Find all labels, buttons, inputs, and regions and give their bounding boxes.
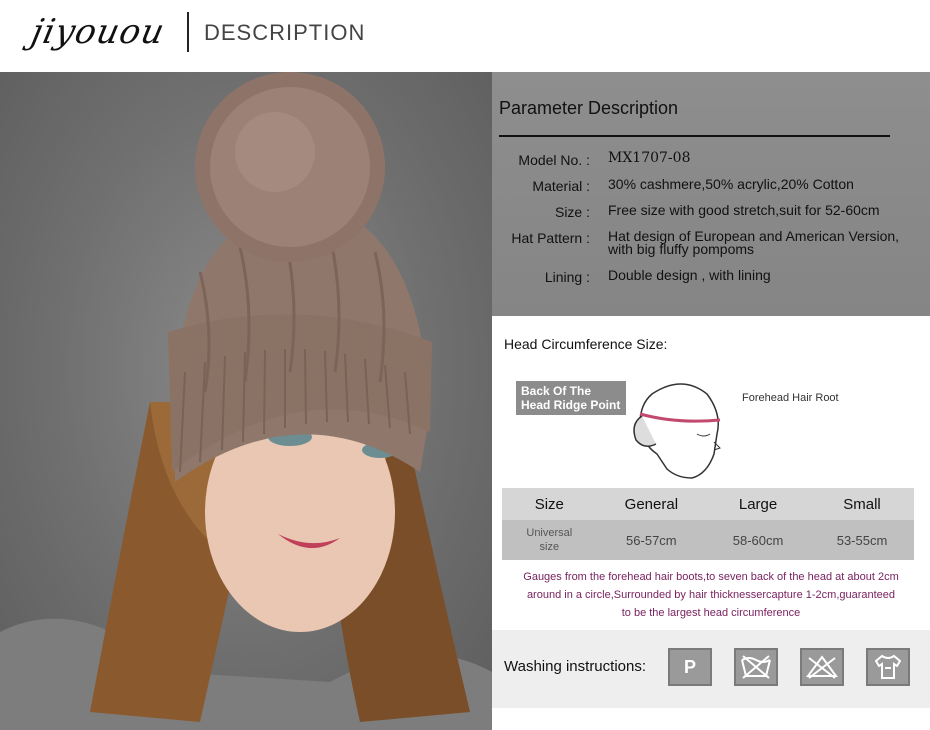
dry-clean-p-icon: P <box>668 648 712 686</box>
back-of-head-tag: Back Of The Head Ridge Point <box>516 381 626 415</box>
forehead-label: Forehead Hair Root <box>742 392 839 404</box>
table-cell: 56-57cm <box>596 520 707 560</box>
model-wearing-hat-illustration <box>0 72 492 730</box>
bottom-band <box>492 708 930 730</box>
parameter-divider <box>499 135 890 137</box>
param-label: Size : <box>554 204 590 220</box>
hand-wash-shirt-icon <box>866 648 910 686</box>
table-header: General <box>596 488 707 520</box>
header: jiyouou DESCRIPTION <box>0 0 930 72</box>
table-header: Small <box>810 488 914 520</box>
table-header: Size <box>502 488 597 520</box>
table-cell: 53-55cm <box>810 520 914 560</box>
washing-label: Washing instructions: <box>504 658 647 675</box>
gauge-note-line: around in a circle,Surrounded by hair th… <box>526 589 896 601</box>
table-cell: 58-60cm <box>706 520 811 560</box>
row-label-line: size <box>539 541 560 553</box>
gauge-note-line: to be the largest head circumference <box>621 607 801 619</box>
param-value: Free size with good stretch,suit for 52-… <box>608 202 880 218</box>
table-row: Universal size 56-57cm 58-60cm 53-55cm <box>502 520 914 560</box>
gauge-note-line: Gauges from the forehead hair boots,to s… <box>523 571 899 583</box>
table-header: Large <box>706 488 811 520</box>
param-label: Model No. : <box>518 152 590 168</box>
page-title: DESCRIPTION <box>204 20 366 45</box>
dry-clean-glyph: P <box>683 656 696 677</box>
param-value: Hat design of European and American Vers… <box>608 228 900 257</box>
param-value: Double design , with lining <box>608 267 771 283</box>
tag-line: Head Ridge Point <box>521 398 621 412</box>
parameter-panel: Parameter Description Model No. : MX1707… <box>492 72 930 316</box>
param-value: MX1707-08 <box>608 150 691 166</box>
header-divider <box>187 12 189 52</box>
no-bleach-glyph <box>806 655 838 679</box>
size-table: Size General Large Small Universal size … <box>502 488 914 560</box>
tag-line: Back Of The <box>521 384 592 398</box>
head-size-title: Head Circumference Size: <box>504 336 668 352</box>
table-row-label: Universal size <box>502 520 597 560</box>
gauge-note: Gauges from the forehead hair boots,to s… <box>502 568 920 622</box>
no-machine-wash-glyph <box>741 655 771 679</box>
param-value: 30% cashmere,50% acrylic,20% Cotton <box>608 176 854 192</box>
table-header-row: Size General Large Small <box>502 488 914 520</box>
param-label: Hat Pattern : <box>511 230 590 246</box>
brand-logo[interactable]: jiyouou <box>28 12 169 52</box>
no-bleach-icon <box>800 648 844 686</box>
parameter-title: Parameter Description <box>499 98 679 118</box>
product-photo <box>0 72 492 730</box>
param-label: Lining : <box>544 269 590 285</box>
washing-strip: Washing instructions: P <box>492 630 930 708</box>
head-measure-icon <box>633 383 721 479</box>
row-label-line: Universal <box>526 527 573 539</box>
shirt-glyph <box>874 654 902 679</box>
param-label: Material : <box>532 178 590 194</box>
no-machine-wash-icon <box>734 648 778 686</box>
